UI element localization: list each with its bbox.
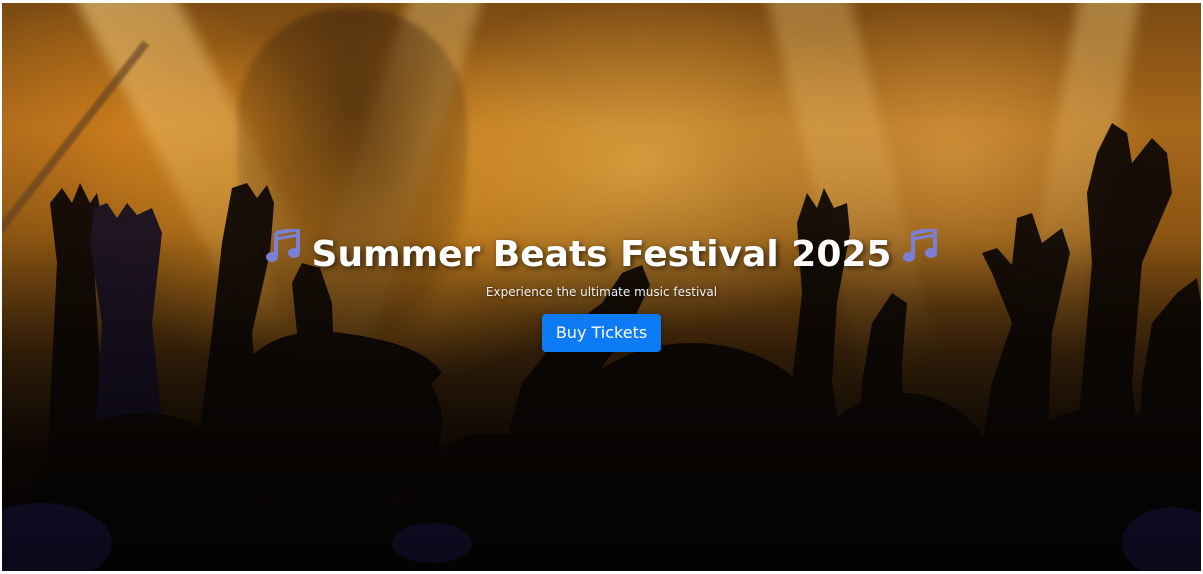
- buy-tickets-button[interactable]: Buy Tickets: [541, 314, 662, 352]
- hero-section: Summer Beats Festival 2025 Experience th…: [2, 3, 1201, 571]
- hero-content: Summer Beats Festival 2025 Experience th…: [2, 226, 1201, 352]
- music-notes-icon: [901, 226, 939, 276]
- music-notes-icon: [264, 226, 302, 276]
- hero-subtitle: Experience the ultimate music festival: [485, 285, 718, 299]
- title-text: Summer Beats Festival 2025: [311, 234, 892, 275]
- page-title: Summer Beats Festival 2025: [2, 226, 1201, 280]
